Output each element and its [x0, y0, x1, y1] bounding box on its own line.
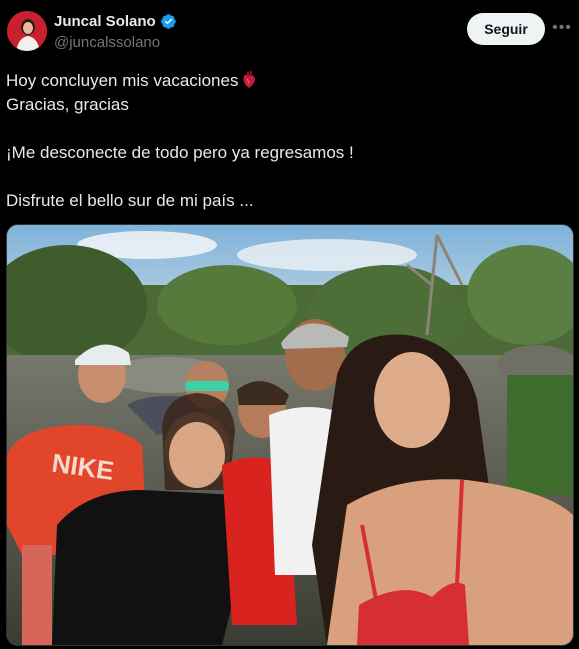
tweet-line-text: Hoy concluyen mis vacaciones — [6, 71, 239, 90]
tweet-photo[interactable]: NIKE — [6, 224, 574, 646]
tweet-text: Hoy concluyen mis vacaciones Gracias, gr… — [6, 69, 566, 213]
tweet-line — [6, 117, 566, 141]
family-selfie-photo: NIKE — [7, 225, 573, 645]
follow-button[interactable]: Seguir — [467, 13, 545, 45]
author-handle[interactable]: @juncalssolano — [54, 34, 160, 51]
anatomical-heart-emoji-icon — [243, 71, 256, 88]
author-display-name[interactable]: Juncal Solano — [54, 13, 156, 30]
verified-badge-icon — [160, 14, 176, 29]
tweet-line: Hoy concluyen mis vacaciones — [6, 69, 566, 93]
tweet-line: Gracias, gracias — [6, 95, 129, 114]
avatar-portrait-icon — [7, 11, 47, 51]
tweet-line: Disfrute el bello sur de mi país ... — [6, 191, 254, 210]
more-options-icon[interactable]: ••• — [551, 17, 573, 39]
tweet-card: Juncal Solano @juncalssolano Seguir ••• … — [0, 0, 579, 649]
tweet-line — [6, 165, 566, 189]
author-name-row: Juncal Solano — [54, 13, 177, 30]
author-avatar[interactable] — [7, 11, 47, 51]
tweet-line: ¡Me desconecte de todo pero ya regresamo… — [6, 143, 354, 162]
